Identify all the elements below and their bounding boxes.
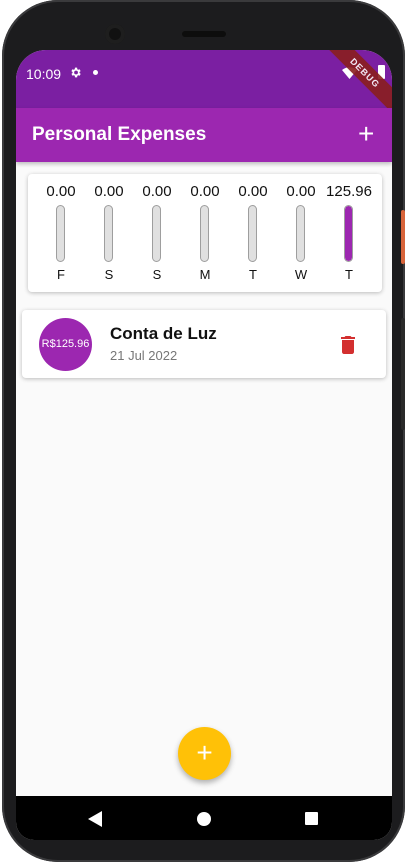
- system-nav-bar: [16, 796, 392, 840]
- chart-bar-track: [344, 205, 353, 262]
- chart-bar-4: 0.00 T: [229, 174, 277, 292]
- chart-bar-track: [296, 205, 305, 262]
- chart-bar-1: 0.00 S: [85, 174, 133, 292]
- chart-bar-amount: 0.00: [238, 183, 268, 200]
- phone-frame: 10:09 DEBUG Personal Expenses + 0.00 F 0…: [2, 0, 405, 862]
- chart-bar-track: [200, 205, 209, 262]
- delete-trash-icon[interactable]: [340, 336, 356, 354]
- notification-dot-icon: [93, 70, 98, 75]
- chart-bar-5: 0.00 W: [277, 174, 325, 292]
- app-bar: Personal Expenses +: [16, 108, 392, 162]
- chart-bar-6: 125.96 T: [325, 174, 373, 292]
- transaction-date: 21 Jul 2022: [110, 348, 178, 363]
- chart-bar-fill: [345, 206, 352, 261]
- back-triangle-icon[interactable]: [88, 811, 102, 827]
- chart-bar-amount: 125.96: [326, 183, 372, 200]
- home-circle-icon[interactable]: [197, 812, 211, 826]
- chart-bar-3: 0.00 M: [181, 174, 229, 292]
- chart-bar-day: M: [199, 267, 211, 282]
- list-item: R$125.96 Conta de Luz 21 Jul 2022: [22, 310, 386, 378]
- screen: 10:09 DEBUG Personal Expenses + 0.00 F 0…: [16, 50, 392, 840]
- chart-bar-amount: 0.00: [142, 183, 172, 200]
- add-transaction-icon[interactable]: +: [358, 120, 374, 148]
- transaction-title: Conta de Luz: [110, 324, 217, 343]
- chart-bar-day: S: [104, 267, 114, 282]
- chart-bar-day: F: [57, 267, 65, 282]
- chart-bar-day: W: [294, 267, 308, 282]
- amount-avatar: R$125.96: [39, 318, 92, 371]
- status-bar: 10:09 DEBUG: [16, 50, 392, 119]
- volume-button: [401, 318, 405, 430]
- chart-bar-amount: 0.00: [94, 183, 124, 200]
- chart-bar-track: [248, 205, 257, 262]
- add-transaction-fab[interactable]: +: [178, 727, 231, 780]
- earpiece-speaker: [182, 31, 226, 37]
- chart-bar-track: [56, 205, 65, 262]
- recents-square-icon[interactable]: [305, 812, 318, 825]
- power-button: [401, 210, 405, 264]
- status-time: 10:09: [26, 66, 62, 82]
- chart-bar-day: S: [152, 267, 162, 282]
- front-camera: [105, 24, 125, 44]
- weekly-chart-card: 0.00 F 0.00 S 0.00 S 0.00 M 0.00 T 0.00 …: [28, 174, 382, 292]
- chart-bar-amount: 0.00: [286, 183, 316, 200]
- chart-bar-amount: 0.00: [46, 183, 76, 200]
- page-title: Personal Expenses: [32, 124, 207, 145]
- chart-bar-0: 0.00 F: [37, 174, 85, 292]
- settings-gear-icon: [71, 67, 81, 78]
- chart-bar-2: 0.00 S: [133, 174, 181, 292]
- chart-bar-day: T: [249, 267, 257, 282]
- chart-bar-amount: 0.00: [190, 183, 220, 200]
- chart-bar-track: [104, 205, 113, 262]
- chart-bar-day: T: [345, 267, 353, 282]
- chart-bar-track: [152, 205, 161, 262]
